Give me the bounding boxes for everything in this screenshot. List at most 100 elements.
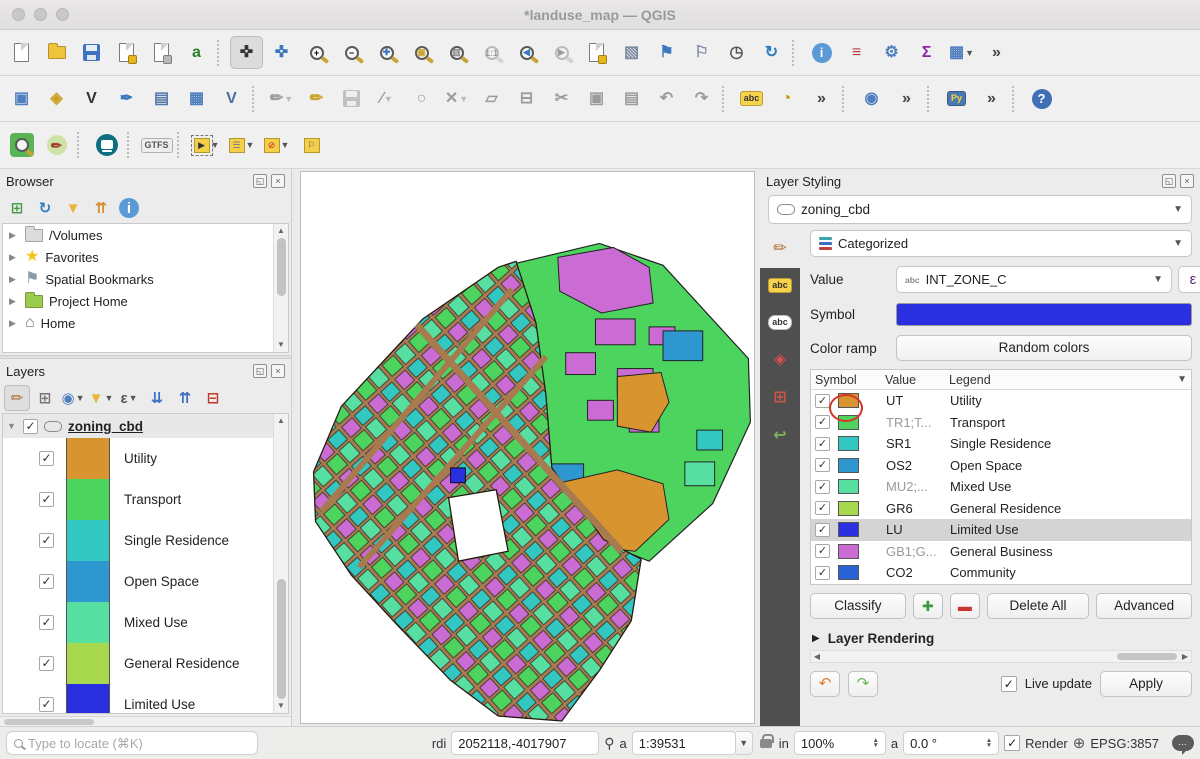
manage-visibility-button[interactable]: ◉▼ [60, 385, 86, 411]
classify-button[interactable]: Classify [810, 593, 906, 619]
layers-hscrollbar[interactable] [0, 716, 291, 726]
zoom-full-button[interactable]: ✚ [370, 36, 403, 69]
symbology-redo-button[interactable]: ↷ [848, 671, 878, 697]
collapse-all-button[interactable]: ⇈ [88, 195, 114, 221]
filter-expression-button[interactable]: ε▼ [116, 385, 142, 411]
new-geopackage-layer-button[interactable]: ◈ [40, 82, 73, 115]
tab-diagrams[interactable]: ⊞ [773, 390, 786, 406]
expand-arrow-icon[interactable]: ▶ [9, 318, 19, 329]
osm-place-search-button[interactable] [5, 129, 38, 162]
new-spatial-bookmark-button[interactable]: ⚑ [650, 36, 683, 69]
category-symbol-swatch[interactable] [838, 393, 859, 408]
browser-scrollbar[interactable]: ▲ ▼ [273, 224, 288, 352]
category-row-os2[interactable]: ✓OS2Open Space [811, 455, 1191, 477]
zoom-to-layer-button[interactable]: ▥ [440, 36, 473, 69]
new-virtual-layer-button[interactable]: V [215, 82, 248, 115]
legend-item-mixed-use[interactable]: ✓Mixed Use [3, 602, 288, 643]
save-project-button[interactable] [75, 36, 108, 69]
color-ramp-button[interactable]: Random colors [896, 335, 1192, 361]
zoom-in-button[interactable]: + [300, 36, 333, 69]
category-checkbox[interactable]: ✓ [815, 437, 830, 451]
expand-all-button[interactable]: ⇊ [144, 385, 170, 411]
value-field-select[interactable]: abc INT_ZONE_C ▼ [896, 266, 1172, 293]
locator-input[interactable] [28, 736, 250, 751]
legend-item-single-residence[interactable]: ✓Single Residence [3, 520, 288, 561]
properties-widget-button[interactable]: i [116, 195, 142, 221]
legend-item-utility[interactable]: ✓Utility [3, 438, 288, 479]
locator-search[interactable] [6, 731, 258, 755]
crs-indicator[interactable]: EPSG:3857 [1090, 736, 1159, 751]
new-temporary-scratch-layer-button[interactable]: ▤ [145, 82, 178, 115]
new-map-view-button[interactable] [580, 36, 613, 69]
layer-diagram-button[interactable]: ◔ [770, 82, 803, 115]
show-layout-manager-button[interactable] [145, 36, 178, 69]
float-panel-icon[interactable]: ◱ [1162, 174, 1176, 188]
attribute-table-button[interactable]: ▦▼ [945, 36, 978, 69]
layer-visibility-checkbox[interactable]: ✓ [23, 419, 38, 434]
delete-all-button[interactable]: Delete All [987, 593, 1089, 619]
expand-arrow-icon[interactable]: ▶ [9, 230, 19, 241]
zoom-native-button[interactable]: 1:1 [475, 36, 508, 69]
open-project-button[interactable] [40, 36, 73, 69]
osm-edit-button[interactable]: ✏ [40, 129, 73, 162]
temporal-controller-button[interactable]: ◷ [720, 36, 753, 69]
save-layer-edits-button[interactable] [335, 82, 368, 115]
category-row-mu2-[interactable]: ✓MU2;...Mixed Use [811, 476, 1191, 498]
legend-item-open-space[interactable]: ✓Open Space [3, 561, 288, 602]
close-panel-icon[interactable]: × [1180, 174, 1194, 188]
zoom-last-button[interactable]: ◀ [510, 36, 543, 69]
expand-arrow-icon[interactable]: ▼ [7, 421, 17, 431]
categories-table-header[interactable]: Symbol Value Legend ▼ [811, 370, 1191, 390]
select-features-by-value-button[interactable]: ☰▼ [225, 129, 258, 162]
tab-history[interactable]: ↩ [773, 428, 786, 444]
category-symbol-swatch[interactable] [838, 501, 859, 516]
metasearch-button[interactable]: ◉ [855, 82, 888, 115]
close-panel-icon[interactable]: × [271, 364, 285, 378]
rotation-box[interactable]: ▲▼ [903, 731, 999, 755]
layer-labeling-button[interactable]: abc [735, 82, 768, 115]
browser-item-home[interactable]: ▶⌂Home [3, 312, 288, 334]
apply-button[interactable]: Apply [1100, 671, 1192, 697]
category-visibility-checkbox[interactable]: ✓ [39, 574, 54, 589]
symbol-preview-button[interactable] [896, 303, 1192, 326]
select-by-location-button[interactable]: ⚐ [295, 129, 328, 162]
category-symbol-swatch[interactable] [838, 415, 859, 430]
category-checkbox[interactable]: ✓ [815, 415, 830, 429]
category-checkbox[interactable]: ✓ [815, 501, 830, 515]
styling-layer-select[interactable]: zoning_cbd ▼ [768, 195, 1192, 224]
category-visibility-checkbox[interactable]: ✓ [39, 656, 54, 671]
remove-category-button[interactable]: ▬ [950, 593, 980, 619]
category-checkbox[interactable]: ✓ [815, 566, 830, 580]
spinner-icon[interactable]: ▲▼ [986, 738, 992, 748]
expand-arrow-icon[interactable]: ▶ [9, 274, 19, 285]
current-edits-button[interactable]: ✏▼ [265, 82, 298, 115]
vertex-tool-button[interactable]: ✕▼ [440, 82, 473, 115]
gtfs-button[interactable]: GTFS [140, 129, 173, 162]
style-manager-button[interactable]: a [180, 36, 213, 69]
symbology-undo-button[interactable]: ↶ [810, 671, 840, 697]
messages-icon[interactable]: … [1172, 735, 1194, 751]
transit-button[interactable] [90, 129, 123, 162]
browser-item-favorites[interactable]: ▶★Favorites [3, 246, 288, 268]
float-panel-icon[interactable]: ◱ [253, 364, 267, 378]
render-checkbox[interactable]: ✓ [1004, 735, 1020, 751]
live-update-checkbox[interactable]: ✓ [1001, 676, 1017, 692]
browser-item-project-home[interactable]: ▶Project Home [3, 290, 288, 312]
category-visibility-checkbox[interactable]: ✓ [39, 451, 54, 466]
undo-button[interactable]: ↶ [650, 82, 683, 115]
category-checkbox[interactable]: ✓ [815, 523, 830, 537]
layer-item-zoning-cbd[interactable]: ▼ ✓ zoning_cbd [3, 414, 288, 438]
legend-item-general-residence[interactable]: ✓General Residence [3, 643, 288, 684]
renderer-select[interactable]: Categorized ▼ [810, 230, 1192, 257]
category-symbol-swatch[interactable] [838, 458, 859, 473]
float-panel-icon[interactable]: ◱ [253, 174, 267, 188]
legend-item-transport[interactable]: ✓Transport [3, 479, 288, 520]
web-toolbar-overflow-button[interactable]: » [890, 82, 923, 115]
tab-masks[interactable]: abc [768, 315, 792, 330]
toolbar-overflow-button[interactable]: » [980, 36, 1013, 69]
new-project-button[interactable] [5, 36, 38, 69]
pan-map-button[interactable]: ✜ [230, 36, 263, 69]
refresh-map-button[interactable]: ↻ [755, 36, 788, 69]
expression-builder-button[interactable]: ε [1178, 266, 1200, 293]
add-layer-button[interactable]: ⊞ [4, 195, 30, 221]
